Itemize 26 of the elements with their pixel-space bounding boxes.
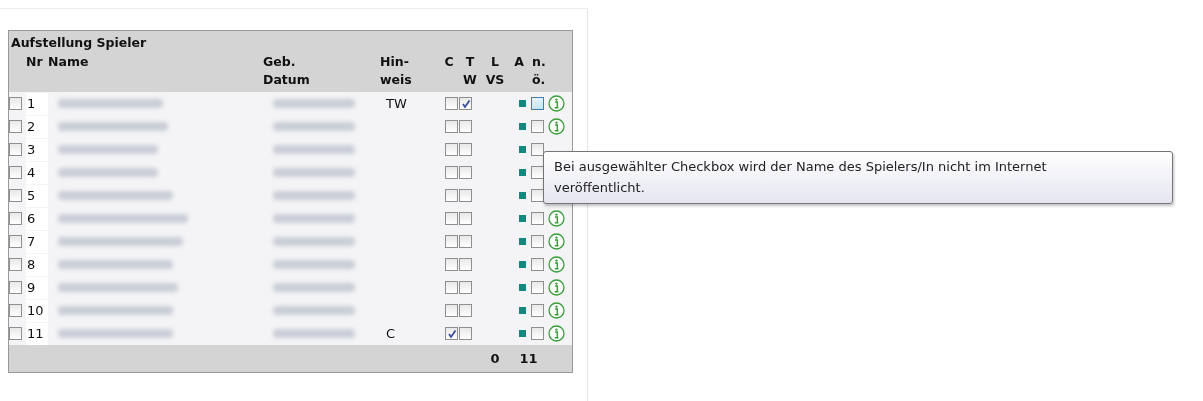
number-cell: 7 (26, 230, 48, 253)
number-cell: 8 (26, 253, 48, 276)
number-cell: 3 (26, 138, 48, 161)
hint-text: C (385, 326, 397, 341)
column-header: Geb. Datum (263, 53, 311, 89)
total-count: 11 (518, 351, 539, 366)
number-cell: 11 (26, 322, 48, 345)
column-header: Nr (26, 53, 44, 71)
column-header: Name (48, 53, 90, 71)
hint-text: TW (385, 96, 408, 111)
total-count: 0 (489, 351, 501, 366)
column-header: T W (462, 53, 478, 89)
number-cell: 10 (26, 299, 48, 322)
number-cell: 5 (26, 184, 48, 207)
column-header: A (513, 53, 525, 71)
column-header: C (443, 53, 455, 71)
number-cell: 2 (26, 115, 48, 138)
number-cell: 6 (26, 207, 48, 230)
column-header: Hin- weis (380, 53, 413, 89)
number-cell: 4 (26, 161, 48, 184)
number-cell: 9 (26, 276, 48, 299)
column-header: L VS (484, 53, 506, 89)
tooltip: Bei ausgewählter Checkbox wird der Name des Spielers/In nicht im Internet veröffentlicht. (543, 151, 1173, 204)
column-header: n. ö. (531, 53, 547, 89)
panel-title: Aufstellung Spieler (10, 34, 148, 52)
number-cell: 1 (26, 92, 48, 115)
